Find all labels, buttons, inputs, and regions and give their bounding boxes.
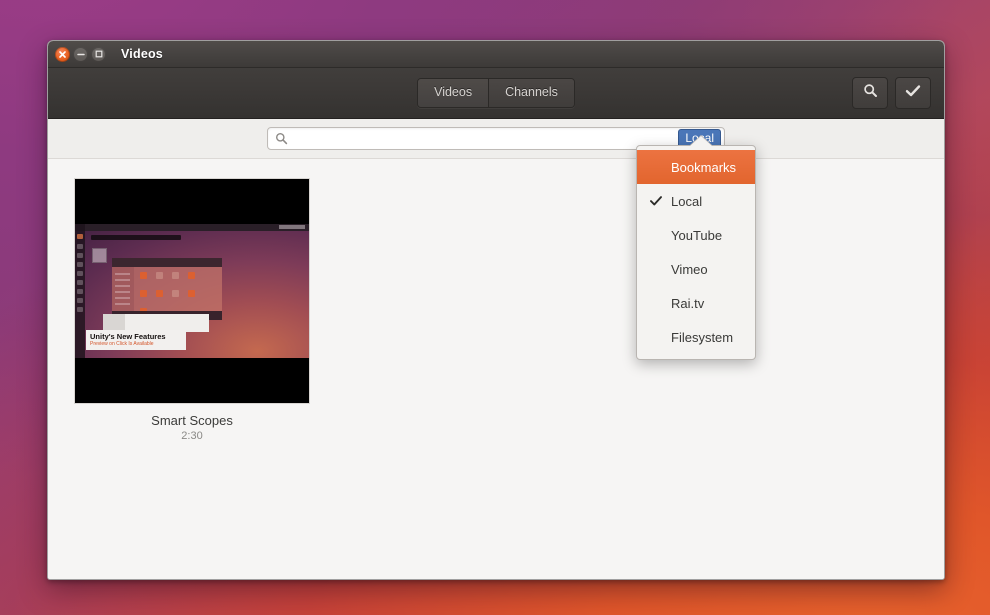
menu-item-vimeo[interactable]: Vimeo [637,252,755,286]
menu-item-label: Bookmarks [671,159,737,175]
menu-item-filesystem[interactable]: Filesystem [637,320,755,354]
view-tabs: Videos Channels [417,78,575,108]
search-icon [275,132,288,145]
thumb-dash-window [112,258,222,320]
menu-item-label: Vimeo [671,261,708,277]
confirm-button[interactable] [895,77,931,109]
thumb-caption-banner: Unity's New Features Preview on Click Is… [86,330,186,350]
thumbnail-image: Unity's New Features Preview on Click Is… [75,224,309,358]
menu-item-label: Filesystem [671,329,734,345]
window-title: Videos [121,47,163,61]
thumb-desktop-panel [75,224,309,231]
video-title: Smart Scopes [151,413,233,428]
thumb-caption-subtitle: Preview on Click Is Available [90,341,154,347]
video-card[interactable]: Unity's New Features Preview on Click Is… [74,178,310,442]
menu-item-label: Local [671,193,703,209]
thumb-panel-indicators [279,225,305,229]
minimize-icon[interactable] [73,46,88,62]
thumb-caption-title: Unity's New Features [90,332,166,341]
menu-item-raitv[interactable]: Rai.tv [637,286,755,320]
search-button[interactable] [852,77,888,109]
source-dropdown-menu: Bookmarks Local YouTube Vimeo Rai.tv Fil… [636,145,756,360]
thumb-desktop-icon [92,248,107,263]
menu-item-label: YouTube [671,227,723,243]
dropdown-pointer [690,136,712,146]
menu-item-bookmarks[interactable]: Bookmarks [637,150,755,184]
video-grid: Unity's New Features Preview on Click Is… [48,159,944,579]
check-icon [650,196,662,207]
window-titlebar: Videos [48,41,944,68]
close-icon[interactable] [55,46,70,62]
search-input[interactable] [288,128,679,149]
search-bar: Local [48,119,944,159]
check-icon [905,84,921,103]
video-thumbnail[interactable]: Unity's New Features Preview on Click Is… [74,178,310,404]
thumb-dash-sidebar [112,267,134,311]
menu-item-label: Rai.tv [671,295,705,311]
thumb-search-line [91,235,181,240]
desktop-wallpaper: Videos Videos Channels Local Unity's New… [0,0,990,615]
videos-application-window: Videos Videos Channels Local Unity's New… [47,40,945,580]
menu-item-youtube[interactable]: YouTube [637,218,755,252]
thumb-unity-launcher [75,224,85,358]
toolbar-actions [852,77,931,109]
menu-item-local[interactable]: Local [637,184,755,218]
video-duration: 2:30 [181,430,203,442]
search-icon [863,83,878,103]
main-toolbar: Videos Channels [48,68,944,119]
tab-channels[interactable]: Channels [488,79,574,107]
maximize-icon[interactable] [91,46,106,62]
tab-videos[interactable]: Videos [418,79,489,107]
